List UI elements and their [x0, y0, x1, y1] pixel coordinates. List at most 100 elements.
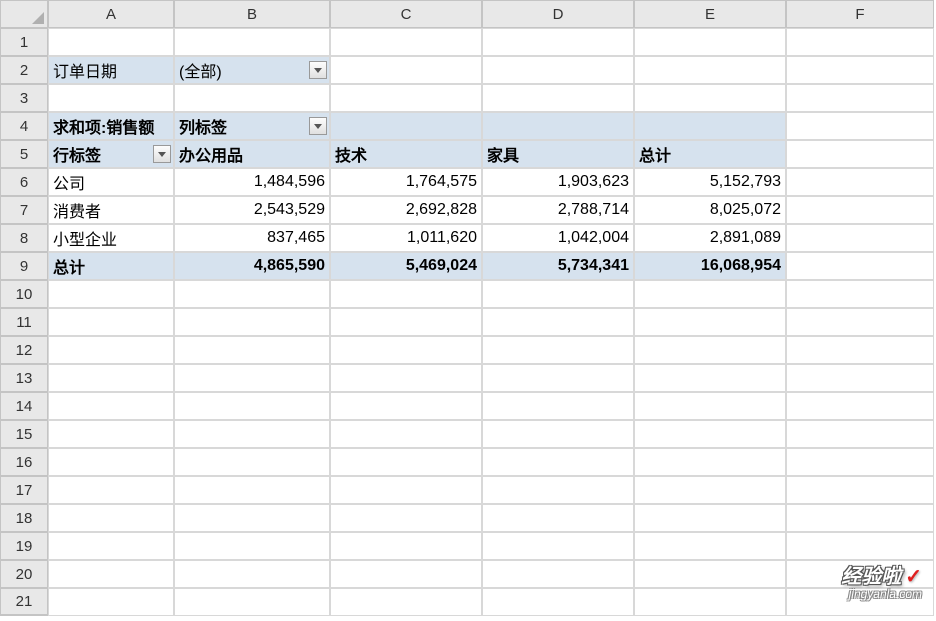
empty-cell[interactable] [330, 308, 482, 336]
row-header-4[interactable]: 4 [0, 112, 48, 140]
empty-cell[interactable] [634, 364, 786, 392]
empty-cell[interactable] [786, 140, 934, 168]
empty-cell[interactable] [330, 560, 482, 588]
empty-cell[interactable] [330, 392, 482, 420]
empty-cell[interactable] [174, 504, 330, 532]
empty-cell[interactable] [48, 28, 174, 56]
empty-cell[interactable] [174, 336, 330, 364]
filter-value-cell[interactable]: (全部) [174, 56, 330, 84]
row-header-3[interactable]: 3 [0, 84, 48, 112]
empty-cell[interactable] [786, 224, 934, 252]
row-header-11[interactable]: 11 [0, 308, 48, 336]
row-header-9[interactable]: 9 [0, 252, 48, 280]
data-cell[interactable]: 2,692,828 [330, 196, 482, 224]
empty-cell[interactable] [786, 504, 934, 532]
empty-cell[interactable] [482, 448, 634, 476]
empty-cell[interactable] [482, 56, 634, 84]
empty-cell[interactable] [634, 84, 786, 112]
empty-cell[interactable] [174, 280, 330, 308]
empty-cell[interactable] [330, 448, 482, 476]
empty-cell[interactable] [634, 56, 786, 84]
empty-cell[interactable] [48, 336, 174, 364]
empty-cell[interactable] [786, 196, 934, 224]
empty-cell[interactable] [48, 420, 174, 448]
row-header-19[interactable]: 19 [0, 532, 48, 560]
empty-cell[interactable] [330, 364, 482, 392]
col-labels-dropdown-icon[interactable] [309, 117, 327, 135]
empty-cell[interactable] [174, 308, 330, 336]
empty-cell[interactable] [174, 392, 330, 420]
row-labels-cell[interactable]: 行标签 [48, 140, 174, 168]
row-header-7[interactable]: 7 [0, 196, 48, 224]
filter-dropdown-icon[interactable] [309, 61, 327, 79]
empty-cell[interactable] [634, 560, 786, 588]
row-header-14[interactable]: 14 [0, 392, 48, 420]
col-header-E[interactable]: E [634, 0, 786, 28]
data-cell[interactable]: 1,903,623 [482, 168, 634, 196]
empty-cell[interactable] [634, 392, 786, 420]
row-header-20[interactable]: 20 [0, 560, 48, 588]
select-all-corner[interactable] [0, 0, 48, 28]
empty-cell[interactable] [482, 392, 634, 420]
empty-cell[interactable] [482, 532, 634, 560]
empty-cell[interactable] [330, 476, 482, 504]
row-header-8[interactable]: 8 [0, 224, 48, 252]
empty-cell[interactable] [48, 280, 174, 308]
empty-cell[interactable] [48, 84, 174, 112]
empty-cell[interactable] [786, 280, 934, 308]
empty-cell[interactable] [482, 504, 634, 532]
empty-cell[interactable] [786, 392, 934, 420]
empty-cell[interactable] [48, 532, 174, 560]
data-cell[interactable]: 2,543,529 [174, 196, 330, 224]
empty-cell[interactable] [330, 532, 482, 560]
row-header-13[interactable]: 13 [0, 364, 48, 392]
empty-cell[interactable] [786, 84, 934, 112]
empty-cell[interactable] [174, 84, 330, 112]
empty-cell[interactable] [330, 504, 482, 532]
empty-cell[interactable] [174, 364, 330, 392]
row-labels-dropdown-icon[interactable] [153, 145, 171, 163]
empty-cell[interactable] [48, 476, 174, 504]
empty-cell[interactable] [786, 336, 934, 364]
empty-cell[interactable] [330, 336, 482, 364]
empty-cell[interactable] [634, 448, 786, 476]
empty-cell[interactable] [786, 28, 934, 56]
empty-cell[interactable] [786, 532, 934, 560]
empty-cell[interactable] [48, 560, 174, 588]
empty-cell[interactable] [786, 420, 934, 448]
data-cell[interactable]: 8,025,072 [634, 196, 786, 224]
row-header-16[interactable]: 16 [0, 448, 48, 476]
empty-cell[interactable] [330, 280, 482, 308]
empty-cell[interactable] [634, 280, 786, 308]
data-cell[interactable]: 5,152,793 [634, 168, 786, 196]
empty-cell[interactable] [786, 112, 934, 140]
empty-cell[interactable] [330, 420, 482, 448]
empty-cell[interactable] [482, 476, 634, 504]
col-header-A[interactable]: A [48, 0, 174, 28]
empty-cell[interactable] [482, 560, 634, 588]
empty-cell[interactable] [482, 84, 634, 112]
empty-cell[interactable] [786, 364, 934, 392]
row-header-10[interactable]: 10 [0, 280, 48, 308]
empty-cell[interactable] [786, 308, 934, 336]
data-cell[interactable]: 2,788,714 [482, 196, 634, 224]
empty-cell[interactable] [330, 56, 482, 84]
data-cell[interactable]: 1,011,620 [330, 224, 482, 252]
empty-cell[interactable] [482, 336, 634, 364]
col-labels-cell[interactable]: 列标签 [174, 112, 330, 140]
row-header-5[interactable]: 5 [0, 140, 48, 168]
row-header-12[interactable]: 12 [0, 336, 48, 364]
empty-cell[interactable] [634, 532, 786, 560]
empty-cell[interactable] [48, 308, 174, 336]
data-cell[interactable]: 1,764,575 [330, 168, 482, 196]
empty-cell[interactable] [482, 364, 634, 392]
empty-cell[interactable] [174, 560, 330, 588]
col-header-C[interactable]: C [330, 0, 482, 28]
empty-cell[interactable] [482, 28, 634, 56]
empty-cell[interactable] [330, 84, 482, 112]
empty-cell[interactable] [48, 392, 174, 420]
empty-cell[interactable] [330, 28, 482, 56]
empty-cell[interactable] [634, 588, 786, 616]
row-header-17[interactable]: 17 [0, 476, 48, 504]
col-header-D[interactable]: D [482, 0, 634, 28]
